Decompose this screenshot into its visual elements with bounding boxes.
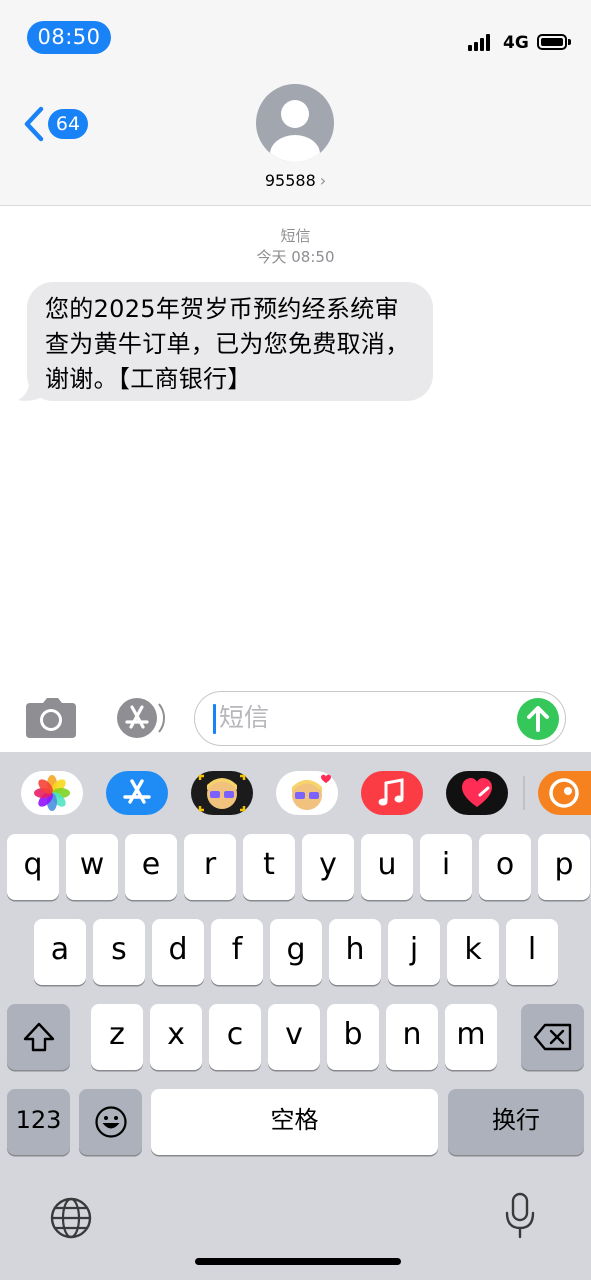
key-g[interactable]: g xyxy=(270,919,322,985)
thread-timestamp: 今天 08:50 xyxy=(256,248,335,266)
numbers-key[interactable]: 123 xyxy=(7,1089,70,1155)
app-drawer-divider xyxy=(523,776,525,810)
microphone-icon[interactable] xyxy=(503,1192,537,1240)
key-h[interactable]: h xyxy=(329,919,381,985)
thread-service-label: 短信 xyxy=(280,227,311,245)
key-o[interactable]: o xyxy=(479,834,531,900)
key-v[interactable]: v xyxy=(268,1004,320,1070)
return-key[interactable]: 换行 xyxy=(448,1089,584,1155)
shift-key[interactable] xyxy=(7,1004,70,1070)
key-j[interactable]: j xyxy=(388,919,440,985)
photos-icon[interactable] xyxy=(21,771,83,815)
key-n[interactable]: n xyxy=(386,1004,438,1070)
chevron-left-icon xyxy=(24,106,44,142)
chevron-right-icon: › xyxy=(319,171,327,190)
space-key[interactable]: 空格 xyxy=(151,1089,438,1155)
key-z[interactable]: z xyxy=(91,1004,143,1070)
memoji-stickers-icon[interactable] xyxy=(276,771,338,815)
key-t[interactable]: t xyxy=(243,834,295,900)
key-c[interactable]: c xyxy=(209,1004,261,1070)
contact-name-button[interactable]: 95588 › xyxy=(200,170,391,192)
key-i[interactable]: i xyxy=(420,834,472,900)
key-s[interactable]: s xyxy=(93,919,145,985)
emoji-icon xyxy=(94,1106,127,1138)
message-input-placeholder: 短信 xyxy=(219,703,270,732)
key-w[interactable]: w xyxy=(66,834,118,900)
send-button[interactable] xyxy=(517,698,559,740)
key-a[interactable]: a xyxy=(34,919,86,985)
key-l[interactable]: l xyxy=(506,919,558,985)
delete-icon xyxy=(533,1023,571,1051)
key-k[interactable]: k xyxy=(447,919,499,985)
music-icon[interactable] xyxy=(361,771,423,815)
key-b[interactable]: b xyxy=(327,1004,379,1070)
camera-icon[interactable] xyxy=(26,697,76,739)
back-button[interactable]: 64 xyxy=(22,104,94,144)
digital-touch-icon[interactable] xyxy=(446,771,508,815)
signal-icon xyxy=(468,33,496,51)
globe-icon[interactable] xyxy=(48,1195,94,1241)
key-u[interactable]: u xyxy=(361,834,413,900)
key-q[interactable]: q xyxy=(7,834,59,900)
key-f[interactable]: f xyxy=(211,919,263,985)
key-d[interactable]: d xyxy=(152,919,204,985)
key-e[interactable]: e xyxy=(125,834,177,900)
network-type: 4G xyxy=(503,33,529,53)
key-y[interactable]: y xyxy=(302,834,354,900)
uc-browser-icon[interactable] xyxy=(538,771,591,815)
status-time: 08:50 xyxy=(27,21,111,54)
emoji-key[interactable] xyxy=(79,1089,142,1155)
contact-name: 95588 xyxy=(264,171,316,190)
person-icon xyxy=(270,100,320,162)
unread-count-badge: 64 xyxy=(48,109,88,139)
app-store-icon[interactable] xyxy=(110,696,166,740)
shift-icon xyxy=(23,1022,54,1052)
contact-avatar[interactable] xyxy=(256,84,334,162)
key-m[interactable]: m xyxy=(445,1004,497,1070)
battery-tip-icon xyxy=(568,39,571,45)
delete-key[interactable] xyxy=(521,1004,584,1070)
memoji-icon[interactable] xyxy=(191,771,253,815)
key-p[interactable]: p xyxy=(538,834,590,900)
app-store-drawer-icon[interactable] xyxy=(106,771,168,815)
incoming-message-bubble[interactable]: 您的2025年贺岁币预约经系统审查为黄牛订单，已为您免费取消，谢谢。【工商银行】 xyxy=(27,282,433,401)
home-indicator xyxy=(195,1258,401,1265)
arrow-up-icon xyxy=(527,706,549,732)
key-x[interactable]: x xyxy=(150,1004,202,1070)
key-r[interactable]: r xyxy=(184,834,236,900)
battery-icon xyxy=(537,34,567,50)
text-caret xyxy=(213,704,216,734)
